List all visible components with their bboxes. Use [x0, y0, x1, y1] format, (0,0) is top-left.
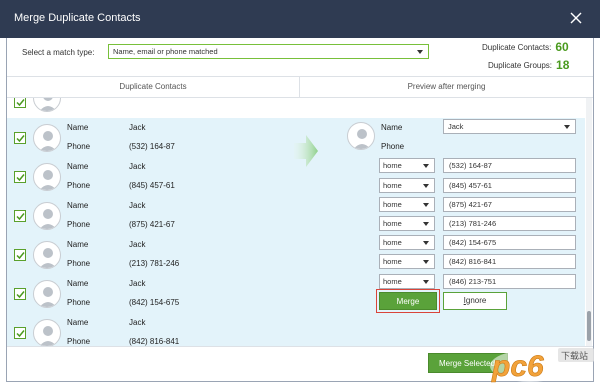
- window-title: Merge Duplicate Contacts: [14, 12, 141, 24]
- title-bar: Merge Duplicate Contacts: [0, 0, 600, 38]
- svg-text:pc6: pc6: [491, 350, 544, 383]
- close-icon[interactable]: [568, 10, 584, 26]
- svg-text:下载站: 下载站: [561, 350, 588, 362]
- window-border: [6, 38, 594, 382]
- watermark-logo: pc6 下载站: [488, 338, 596, 384]
